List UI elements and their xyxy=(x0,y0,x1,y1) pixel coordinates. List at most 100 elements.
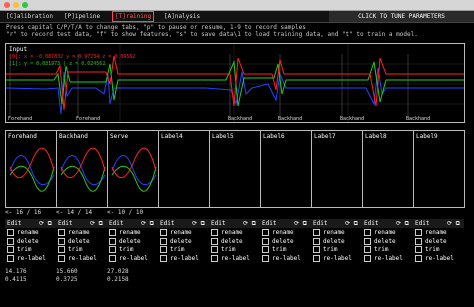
sample-count-0[interactable]: <- 16 / 16 xyxy=(5,209,41,216)
refresh-copy-icon[interactable]: ⟳ ⧉ xyxy=(243,219,256,228)
checkbox[interactable] xyxy=(262,237,269,245)
option-rename[interactable]: rename xyxy=(211,229,243,237)
option-re-label[interactable]: re-label xyxy=(262,254,301,263)
option-delete[interactable]: delete xyxy=(313,237,345,246)
tab-analysis[interactable]: [A]nalysis xyxy=(162,12,202,21)
sample-count-2[interactable]: <- 10 / 10 xyxy=(107,209,143,216)
edit-button[interactable]: Edit xyxy=(7,219,21,228)
class-thumbnail-1[interactable]: Backhand xyxy=(56,130,108,208)
checkbox[interactable] xyxy=(364,229,371,236)
tab-calibration[interactable]: [C]alibration xyxy=(4,12,55,21)
class-thumbnail-3[interactable]: Label4 xyxy=(158,130,210,208)
option-re-label[interactable]: re-label xyxy=(58,254,97,263)
checkbox[interactable] xyxy=(58,237,65,245)
checkbox[interactable] xyxy=(109,254,116,262)
checkbox[interactable] xyxy=(313,229,320,236)
checkbox[interactable] xyxy=(58,246,65,253)
class-thumbnail-8[interactable]: Label9 xyxy=(413,130,465,208)
option-delete[interactable]: delete xyxy=(160,237,192,246)
refresh-copy-icon[interactable]: ⟳ ⧉ xyxy=(345,219,358,228)
edit-button[interactable]: Edit xyxy=(415,219,429,228)
checkbox[interactable] xyxy=(109,246,116,253)
option-re-label[interactable]: re-label xyxy=(7,254,46,263)
option-delete[interactable]: delete xyxy=(262,237,294,246)
checkbox[interactable] xyxy=(211,254,218,262)
refresh-copy-icon[interactable]: ⟳ ⧉ xyxy=(396,219,409,228)
checkbox[interactable] xyxy=(7,229,14,236)
checkbox[interactable] xyxy=(58,229,65,236)
class-thumbnail-6[interactable]: Label7 xyxy=(311,130,363,208)
checkbox[interactable] xyxy=(262,246,269,253)
edit-button[interactable]: Edit xyxy=(109,219,123,228)
option-trim[interactable]: trim xyxy=(7,246,31,254)
option-delete[interactable]: delete xyxy=(415,237,447,246)
option-delete[interactable]: delete xyxy=(7,237,39,246)
option-rename[interactable]: rename xyxy=(313,229,345,237)
sample-count-1[interactable]: <- 14 / 14 xyxy=(56,209,92,216)
option-rename[interactable]: rename xyxy=(7,229,39,237)
checkbox[interactable] xyxy=(160,229,167,236)
checkbox[interactable] xyxy=(211,229,218,236)
refresh-copy-icon[interactable]: ⟳ ⧉ xyxy=(39,219,52,228)
class-thumbnail-2[interactable]: Serve xyxy=(107,130,159,208)
checkbox[interactable] xyxy=(7,246,14,253)
edit-button[interactable]: Edit xyxy=(160,219,174,228)
option-rename[interactable]: rename xyxy=(109,229,141,237)
checkbox[interactable] xyxy=(160,246,167,253)
checkbox[interactable] xyxy=(7,254,14,262)
option-delete[interactable]: delete xyxy=(58,237,90,246)
checkbox[interactable] xyxy=(364,254,371,262)
checkbox[interactable] xyxy=(7,237,14,245)
option-re-label[interactable]: re-label xyxy=(109,254,148,263)
checkbox[interactable] xyxy=(313,246,320,253)
refresh-copy-icon[interactable]: ⟳ ⧉ xyxy=(447,219,460,228)
checkbox[interactable] xyxy=(364,246,371,253)
option-trim[interactable]: trim xyxy=(109,246,133,254)
option-trim[interactable]: trim xyxy=(415,246,439,254)
option-rename[interactable]: rename xyxy=(415,229,447,237)
checkbox[interactable] xyxy=(415,246,422,253)
edit-button[interactable]: Edit xyxy=(211,219,225,228)
class-thumbnail-4[interactable]: Label5 xyxy=(209,130,261,208)
option-re-label[interactable]: re-label xyxy=(211,254,250,263)
window-close-button[interactable] xyxy=(4,2,10,8)
checkbox[interactable] xyxy=(262,229,269,236)
option-re-label[interactable]: re-label xyxy=(313,254,352,263)
checkbox[interactable] xyxy=(262,254,269,262)
option-trim[interactable]: trim xyxy=(211,246,235,254)
option-trim[interactable]: trim xyxy=(313,246,337,254)
edit-button[interactable]: Edit xyxy=(262,219,276,228)
checkbox[interactable] xyxy=(160,254,167,262)
edit-button[interactable]: Edit xyxy=(58,219,72,228)
option-delete[interactable]: delete xyxy=(364,237,396,246)
refresh-copy-icon[interactable]: ⟳ ⧉ xyxy=(192,219,205,228)
checkbox[interactable] xyxy=(415,237,422,245)
option-re-label[interactable]: re-label xyxy=(160,254,199,263)
option-delete[interactable]: delete xyxy=(211,237,243,246)
option-trim[interactable]: trim xyxy=(160,246,184,254)
option-rename[interactable]: rename xyxy=(58,229,90,237)
tune-parameters-button[interactable]: CLICK TO TUNE PARAMETERS xyxy=(329,11,474,22)
option-trim[interactable]: trim xyxy=(364,246,388,254)
refresh-copy-icon[interactable]: ⟳ ⧉ xyxy=(294,219,307,228)
option-re-label[interactable]: re-label xyxy=(415,254,454,263)
edit-button[interactable]: Edit xyxy=(313,219,327,228)
class-thumbnail-5[interactable]: Label6 xyxy=(260,130,312,208)
option-trim[interactable]: trim xyxy=(58,246,82,254)
checkbox[interactable] xyxy=(109,237,116,245)
edit-button[interactable]: Edit xyxy=(364,219,378,228)
window-minimize-button[interactable] xyxy=(13,2,19,8)
class-thumbnail-7[interactable]: Label8 xyxy=(362,130,414,208)
option-trim[interactable]: trim xyxy=(262,246,286,254)
checkbox[interactable] xyxy=(313,237,320,245)
option-rename[interactable]: rename xyxy=(262,229,294,237)
checkbox[interactable] xyxy=(211,246,218,253)
refresh-copy-icon[interactable]: ⟳ ⧉ xyxy=(90,219,103,228)
checkbox[interactable] xyxy=(313,254,320,262)
checkbox[interactable] xyxy=(415,229,422,236)
class-thumbnail-0[interactable]: Forehand xyxy=(5,130,57,208)
option-delete[interactable]: delete xyxy=(109,237,141,246)
checkbox[interactable] xyxy=(109,229,116,236)
tab-training[interactable]: [T]raining xyxy=(112,11,155,22)
checkbox[interactable] xyxy=(211,237,218,245)
